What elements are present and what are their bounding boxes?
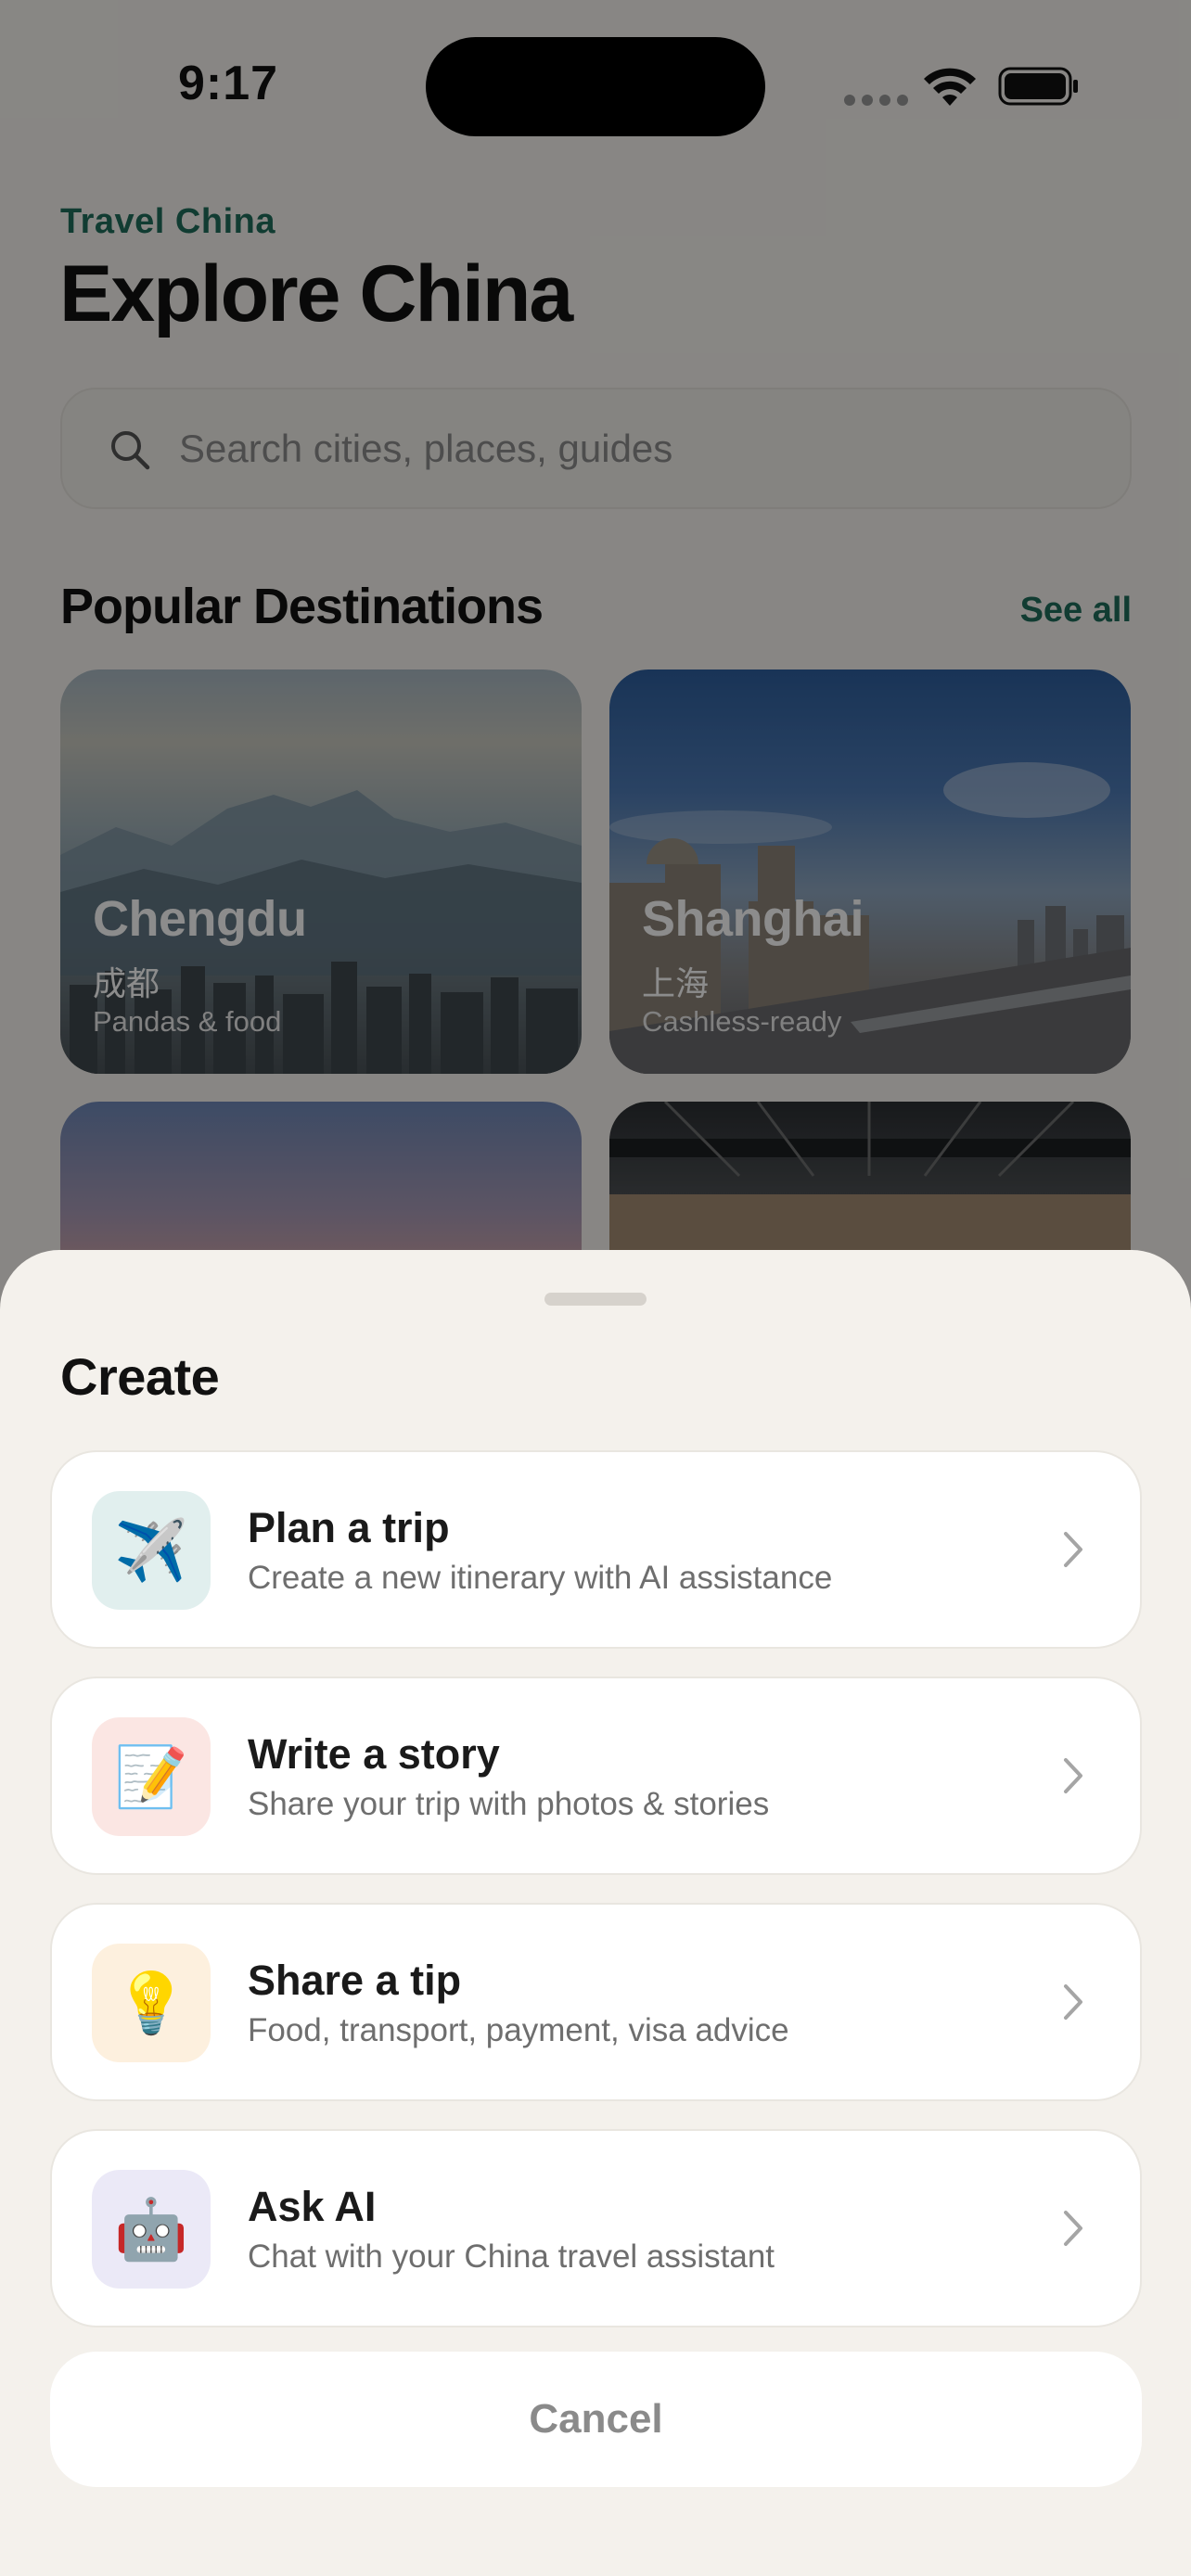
option-title: Plan a trip: [248, 1504, 450, 1551]
ask-ai-option[interactable]: 🤖 Ask AI Chat with your China travel ass…: [50, 2129, 1142, 2327]
chevron-right-icon: [1064, 1984, 1082, 2020]
plan-trip-option[interactable]: ✈️ Plan a trip Create a new itinerary wi…: [50, 1450, 1142, 1649]
option-title: Write a story: [248, 1730, 500, 1778]
robot-icon: 🤖: [92, 2170, 211, 2289]
memo-icon: 📝: [92, 1717, 211, 1836]
option-title: Ask AI: [248, 2183, 377, 2230]
write-story-option[interactable]: 📝 Write a story Share your trip with pho…: [50, 1677, 1142, 1875]
option-subtitle: Chat with your China travel assistant: [248, 2238, 775, 2275]
share-tip-option[interactable]: 💡 Share a tip Food, transport, payment, …: [50, 1903, 1142, 2101]
option-subtitle: Share your trip with photos & stories: [248, 1786, 770, 1822]
cancel-button[interactable]: Cancel: [50, 2352, 1142, 2487]
sheet-title: Create: [60, 1347, 220, 1406]
option-title: Share a tip: [248, 1957, 462, 2004]
chevron-right-icon: [1064, 1532, 1082, 1567]
chevron-right-icon: [1064, 2211, 1082, 2246]
chevron-right-icon: [1064, 1758, 1082, 1793]
create-sheet: Create ✈️ Plan a trip Create a new itine…: [0, 1250, 1191, 2576]
option-subtitle: Food, transport, payment, visa advice: [248, 2012, 789, 2048]
lightbulb-icon: 💡: [92, 1944, 211, 2062]
airplane-icon: ✈️: [92, 1491, 211, 1610]
option-subtitle: Create a new itinerary with AI assistanc…: [248, 1560, 833, 1596]
sheet-grabber[interactable]: [544, 1293, 647, 1306]
